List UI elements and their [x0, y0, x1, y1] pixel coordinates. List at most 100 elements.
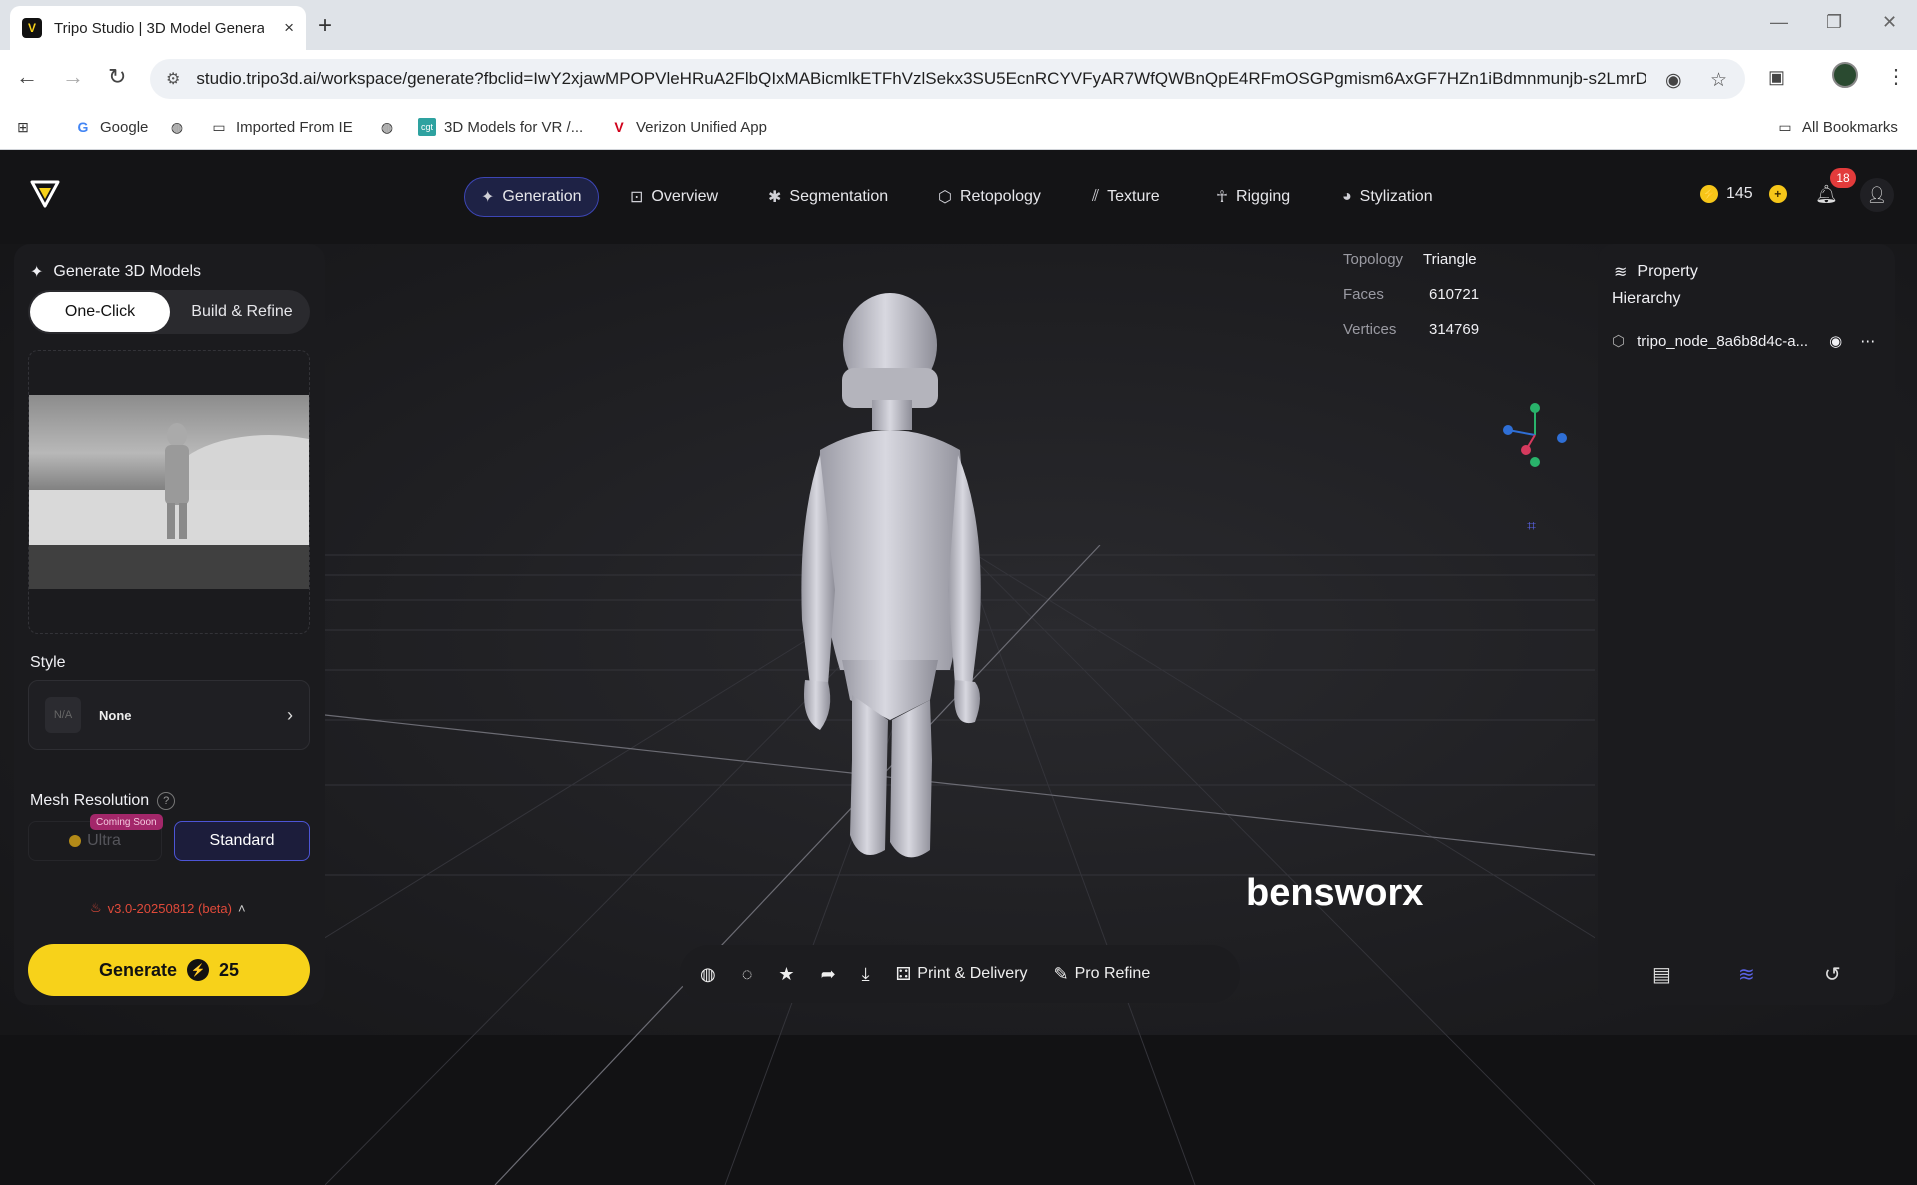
hierarchy-node[interactable]: ⬡ tripo_node_8a6b8d4c-a... ◉ ⋯	[1612, 326, 1882, 356]
topology-label: Topology	[1343, 251, 1404, 268]
app-header: ✦ Generation ⊡ Overview ✱ Segmentation ⬡…	[0, 150, 1917, 244]
axis-gizmo-icon[interactable]	[1500, 400, 1570, 470]
notification-badge: 18	[1830, 168, 1856, 188]
minimize-icon[interactable]: —	[1770, 12, 1788, 33]
reload-icon[interactable]: ↻	[108, 64, 126, 90]
mesh-resolution-label: Mesh Resolution ?	[30, 792, 176, 810]
overview-icon: ⊡	[630, 189, 644, 206]
globe-view-icon[interactable]: ◍	[700, 964, 716, 985]
layers-active-icon[interactable]: ≋	[1738, 962, 1755, 987]
site-settings-icon[interactable]: ⚙	[166, 69, 180, 89]
google-icon: G	[77, 119, 89, 135]
bolt-coin-icon: ⚡	[1700, 185, 1718, 203]
style-selector[interactable]: N/A None ›	[28, 680, 310, 750]
hierarchy-label: Hierarchy	[1612, 290, 1681, 307]
bookmark-star-icon[interactable]: ☆	[1710, 69, 1727, 92]
star-icon[interactable]: ★	[778, 964, 794, 985]
generate-button[interactable]: Generate ⚡ 25	[28, 944, 310, 996]
mode-toggle: One-Click Build & Refine	[28, 290, 310, 334]
nav-overview[interactable]: ⊡ Overview	[614, 177, 734, 217]
print-delivery-button[interactable]: ⚃ Print & Delivery	[896, 964, 1028, 985]
restore-icon[interactable]: ❐	[1826, 12, 1842, 33]
browser-toolbar: ← → ↻ ⚙ studio.tripo3d.ai/workspace/gene…	[0, 50, 1917, 108]
back-icon[interactable]: ←	[16, 64, 38, 90]
help-icon[interactable]: ?	[157, 792, 176, 810]
nav-stylization[interactable]: ◕ Stylization	[1326, 177, 1449, 217]
sparkle-icon: ✦	[481, 189, 495, 206]
credits-display[interactable]: ⚡ 145 +	[1700, 185, 1787, 203]
coin-icon	[69, 835, 82, 847]
screen-cast-icon[interactable]: ▣	[1768, 67, 1785, 88]
style-label: Style	[30, 654, 66, 671]
vertices-value: 314769	[1429, 321, 1480, 338]
tab-title: Tripo Studio | 3D Model Genera	[54, 19, 264, 37]
tab-close-icon[interactable]: ×	[284, 18, 294, 38]
nav-generation[interactable]: ✦ Generation	[464, 177, 599, 217]
history-icon[interactable]: ↺	[1824, 962, 1841, 987]
globe-icon: ◍	[380, 118, 394, 135]
node-name: tripo_node_8a6b8d4c-a...	[1637, 332, 1809, 350]
fire-icon: ♨	[90, 900, 102, 915]
tab-one-click[interactable]: One-Click	[30, 292, 170, 332]
bookmark-google[interactable]: G Google	[74, 118, 149, 136]
bookmark-vr[interactable]: cgt 3D Models for VR /...	[418, 118, 583, 136]
model-version[interactable]: ♨ v3.0-20250812 (beta) ˄	[90, 900, 246, 916]
new-tab-button[interactable]: +	[318, 12, 332, 40]
add-credits-icon[interactable]: +	[1768, 185, 1787, 203]
globe-icon: ◍	[170, 118, 184, 135]
property-tab[interactable]: ≋ Property	[1614, 262, 1698, 282]
archive-icon[interactable]: ▤	[1652, 962, 1671, 987]
url-text[interactable]: studio.tripo3d.ai/workspace/generate?fbc…	[196, 69, 1646, 89]
user-icon[interactable]: 👤︎	[1860, 178, 1894, 212]
right-panel-footer: ▤ ≋ ↺	[1598, 954, 1895, 994]
palette-icon: ◕	[1342, 188, 1352, 205]
nav-retopology[interactable]: ⬡ Retopology	[922, 177, 1057, 217]
input-image	[29, 395, 309, 589]
grid-toggle-icon[interactable]: ⌗	[1527, 518, 1536, 536]
panel-title: ✦ Generate 3D Models	[30, 263, 202, 281]
refine-icon: ✎	[1053, 963, 1069, 984]
browser-tab[interactable]: V Tripo Studio | 3D Model Genera ×	[10, 6, 306, 50]
verizon-icon: V	[614, 119, 624, 135]
gift-icon: ⚃	[895, 963, 912, 984]
nav-rigging[interactable]: ☥ Rigging	[1200, 177, 1306, 217]
apps-grid-icon[interactable]: ⊞	[14, 118, 32, 136]
image-upload-area[interactable]	[28, 350, 310, 634]
download-icon[interactable]: ⤓	[862, 964, 870, 985]
resolution-standard[interactable]: Standard	[174, 821, 310, 861]
browser-menu-icon[interactable]: ⋮	[1886, 64, 1906, 89]
cube-icon: ⬡	[1612, 333, 1626, 350]
tab-build-refine[interactable]: Build & Refine	[174, 292, 310, 332]
address-bar[interactable]: ⚙ studio.tripo3d.ai/workspace/generate?f…	[150, 59, 1745, 99]
globe-bookmark-2[interactable]: ◍	[378, 118, 396, 136]
profile-avatar[interactable]	[1832, 62, 1858, 88]
bell-icon[interactable]: 🔔︎	[1815, 184, 1838, 205]
tripo-logo-icon[interactable]	[30, 180, 60, 208]
watermark: bensworx	[1246, 872, 1424, 914]
nav-segmentation[interactable]: ✱ Segmentation	[752, 177, 904, 217]
coming-soon-badge: Coming Soon	[90, 814, 163, 830]
cgtrader-icon: cgt	[418, 118, 436, 136]
eye-off-icon[interactable]: ◉	[1665, 69, 1682, 92]
layers-icon: ≋	[1614, 264, 1628, 281]
share-icon[interactable]: ➦	[821, 964, 836, 985]
right-panel: ≋ Property Hierarchy ⬡ tripo_node_8a6b8d…	[1598, 244, 1895, 1005]
tripo-app: ✦ Generation ⊡ Overview ✱ Segmentation ⬡…	[0, 150, 1917, 1185]
bookmark-imported[interactable]: ▭ Imported From IE	[210, 118, 352, 136]
more-icon[interactable]: ⋯	[1860, 332, 1875, 350]
topology-value: Triangle	[1423, 251, 1477, 268]
close-window-icon[interactable]: ✕	[1882, 12, 1897, 33]
eye-icon[interactable]: ◉	[1829, 332, 1842, 350]
pro-refine-button[interactable]: ✎ Pro Refine	[1054, 964, 1151, 985]
rigging-icon: ☥	[1216, 189, 1228, 206]
rotate-icon[interactable]: ◌	[742, 964, 753, 985]
3d-model	[801, 293, 981, 858]
left-panel: ✦ Generate 3D Models One-Click Build & R…	[14, 244, 325, 1005]
all-bookmarks[interactable]: ▭ All Bookmarks	[1776, 118, 1897, 136]
style-value: None	[99, 707, 132, 723]
bookmark-verizon[interactable]: V Verizon Unified App	[610, 118, 767, 136]
forward-icon[interactable]: →	[62, 64, 84, 90]
globe-bookmark[interactable]: ◍	[168, 118, 186, 136]
nav-texture[interactable]: ⫽ Texture	[1076, 177, 1176, 217]
tripo-favicon: V	[22, 18, 42, 38]
